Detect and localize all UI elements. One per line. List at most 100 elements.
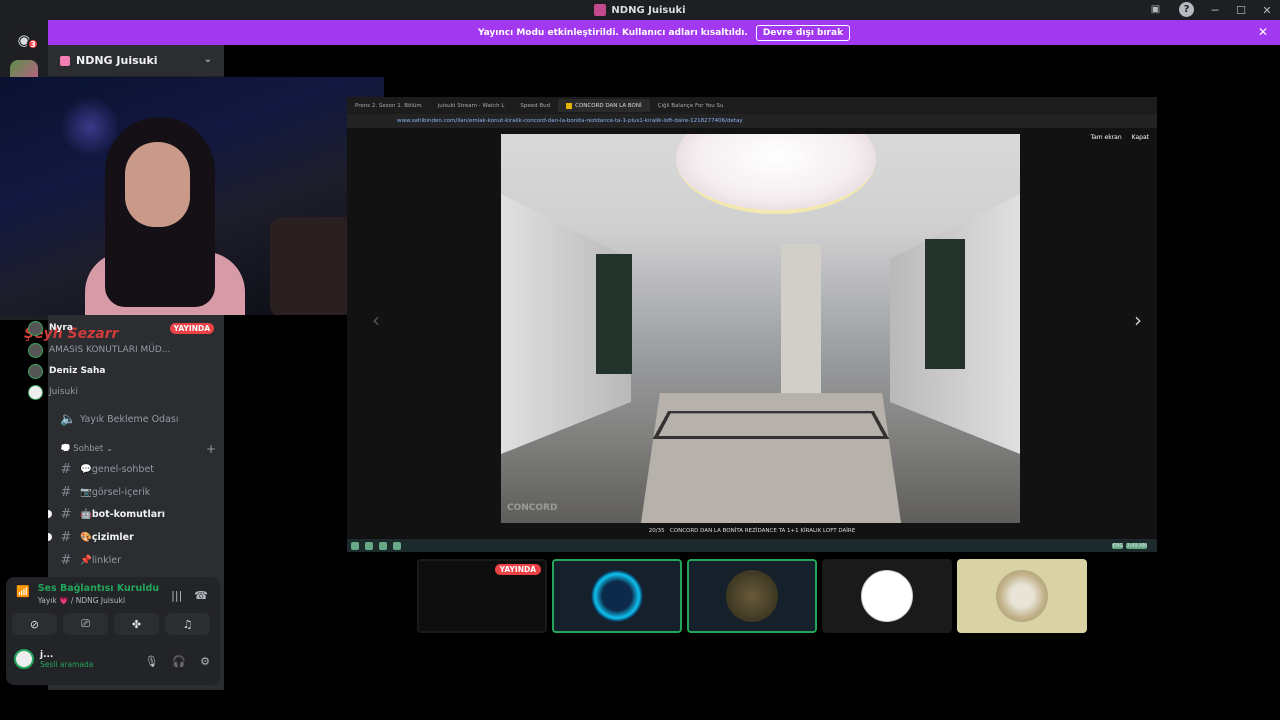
voice-location: Yayık 💗 / NDNG Juisuki (37, 596, 126, 605)
hash-icon: # (60, 484, 72, 500)
channel-label: görsel-içerik (91, 486, 151, 498)
stream-view[interactable]: Prens 2. Sezon 1. Bölüm juisuki Stream -… (347, 97, 1157, 552)
server-header[interactable]: NDNG Juisuki ⌄ (48, 45, 224, 77)
unread-indicator (48, 510, 52, 518)
close-window-icon[interactable]: ✕ (1254, 0, 1280, 20)
participant-tiles: YAYINDA (417, 559, 1087, 633)
voice-status-text: Ses Bağlantısı Kuruldu (37, 583, 160, 594)
live-badge: YAYINDA (494, 564, 541, 575)
channel-linkler[interactable]: # 📌 linkler (48, 550, 224, 570)
listing-photo: CONCORD (501, 134, 1020, 523)
hash-icon: # (60, 552, 72, 568)
banner-message: Yayıncı Modu etkinleştirildi. Kullanıcı … (477, 27, 748, 38)
unread-indicator (48, 533, 52, 541)
camera-off-button[interactable]: ⊘ (12, 613, 57, 635)
disconnect-icon[interactable]: ☎ (194, 589, 208, 602)
channel-genel-sohbet[interactable]: # 💬 genel-sohbet (48, 459, 224, 479)
close-viewer-button[interactable]: Kapat (1132, 134, 1149, 141)
inbox-icon[interactable]: ▣ (1148, 2, 1163, 17)
prev-arrow-icon[interactable]: ‹ (372, 308, 380, 332)
taskbar-clock: ENG 3:49 AM (1112, 542, 1147, 549)
add-channel-icon[interactable]: + (206, 442, 216, 456)
start-icon (351, 541, 359, 550)
voice-user-row[interactable]: Deniz Saha (28, 361, 105, 381)
browser-tab[interactable]: Prens 2. Sezon 1. Bölüm (347, 99, 430, 112)
spotify-icon (365, 541, 373, 550)
maximize-icon[interactable]: ☐ (1228, 0, 1254, 20)
browser-tab[interactable]: Speed Bud (512, 99, 558, 112)
participant-tile[interactable] (687, 559, 817, 633)
participant-tile[interactable] (957, 559, 1087, 633)
user-status: Sesli aramada (40, 659, 94, 669)
signal-icon: 📶 (16, 585, 30, 598)
browser-tab[interactable]: juisuki Stream - Watch L (430, 99, 513, 112)
help-icon[interactable]: ? (1179, 2, 1194, 17)
channel-bot-komutlari[interactable]: # 🤖 bot-komutları (48, 504, 224, 524)
activities-button[interactable]: ✤ (114, 613, 159, 635)
browser-tab[interactable]: Çiğli Balançe For You Su (650, 99, 732, 112)
voice-connection-panel: 📶 Ses Bağlantısı Kuruldu Yayık 💗 / NDNG … (6, 577, 220, 685)
current-user[interactable]: j... Sesli aramada (14, 649, 93, 669)
screen-share-button[interactable]: ⎚ (63, 613, 108, 635)
participant-tile[interactable] (822, 559, 952, 633)
avatar (996, 570, 1048, 622)
user-name: j... (40, 649, 54, 660)
voice-user-row[interactable]: Nyra YAYINDA (28, 318, 214, 338)
avatar (28, 320, 43, 336)
fullscreen-button[interactable]: Tam ekran (1090, 134, 1121, 141)
url-bar[interactable]: www.sahibinden.com/ilan/emlak-konut-kira… (347, 114, 1157, 128)
voice-user-row[interactable]: Juisuki (28, 382, 78, 402)
voice-status: 📶 Ses Bağlantısı Kuruldu Yayık 💗 / NDNG … (16, 583, 159, 605)
next-arrow-icon[interactable]: › (1134, 308, 1142, 332)
user-name: Deniz Saha (49, 366, 106, 376)
window-controls: ─ ☐ ✕ (1202, 0, 1280, 20)
gear-icon[interactable]: ⚙ (200, 655, 210, 668)
notification-badge: 3 (27, 38, 39, 50)
channel-label: çizimler (91, 531, 134, 543)
app-icon (393, 541, 401, 550)
voice-channel-waiting[interactable]: 🔈 Yayık Bekleme Odası (48, 409, 224, 429)
avatar (14, 649, 34, 669)
category-label: Sohbet (73, 444, 104, 454)
hash-icon: # (60, 529, 72, 545)
chat-icon: 💭 (60, 444, 74, 454)
sahibinden-icon (566, 102, 573, 109)
participant-tile-stream[interactable]: YAYINDA (417, 559, 547, 633)
chevron-down-icon: ⌄ (203, 54, 212, 65)
server-name: NDNG Juisuki (76, 54, 158, 67)
close-banner-icon[interactable]: ✕ (1258, 25, 1268, 39)
disable-button[interactable]: Devre dışı bırak (755, 24, 851, 41)
app-icon (379, 541, 387, 550)
browser-tabs: Prens 2. Sezon 1. Bölüm juisuki Stream -… (347, 97, 1157, 114)
title-bar: NDNG Juisuki ▣ ? ─ ☐ ✕ (0, 0, 1280, 20)
avatar (28, 363, 43, 379)
channel-label: linkler (91, 554, 122, 566)
category-sohbet[interactable]: 💭 Sohbet ⌄ + (60, 441, 220, 457)
photo-caption: 20/35 CONCORD DAN LA BONİTA REZİDANCE TA… (648, 528, 856, 534)
participant-tile[interactable] (552, 559, 682, 633)
window-title: NDNG Juisuki (594, 4, 686, 16)
microphone-icon[interactable]: 🎙 (144, 655, 158, 668)
channel-cizimler[interactable]: # 🎨 çizimler (48, 527, 224, 547)
channel-gorsel-icerik[interactable]: # 📷 görsel-içerik (48, 482, 224, 502)
speaker-icon: 🔈 (60, 411, 77, 427)
live-badge: YAYINDA (169, 322, 214, 334)
avatar (591, 570, 643, 622)
avatar (28, 384, 43, 400)
channel-label: genel-sohbet (91, 463, 155, 475)
user-name: AMASIS KONUTLARI MÜD... (49, 345, 171, 355)
user-name: Juisuki (49, 387, 78, 397)
browser-tab-active[interactable]: CONCORD DAN LA BONİ (558, 99, 650, 112)
chevron-down-icon: ⌄ (103, 444, 114, 454)
noise-suppression-icon[interactable]: ||| (171, 589, 182, 602)
hash-icon: # (60, 506, 72, 522)
voice-user-row[interactable]: AMASIS KONUTLARI MÜD... (28, 340, 170, 360)
avatar (726, 570, 778, 622)
user-name: Nyra (49, 323, 73, 333)
soundboard-button[interactable]: ♫ (165, 613, 210, 635)
webcam-overlay (0, 77, 384, 315)
streamer-mode-banner: Yayıncı Modu etkinleştirildi. Kullanıcı … (48, 20, 1280, 45)
titlebar-tools: ▣ ? (1148, 2, 1194, 17)
minimize-icon[interactable]: ─ (1202, 0, 1228, 20)
headphones-icon[interactable]: 🎧 (172, 655, 186, 668)
